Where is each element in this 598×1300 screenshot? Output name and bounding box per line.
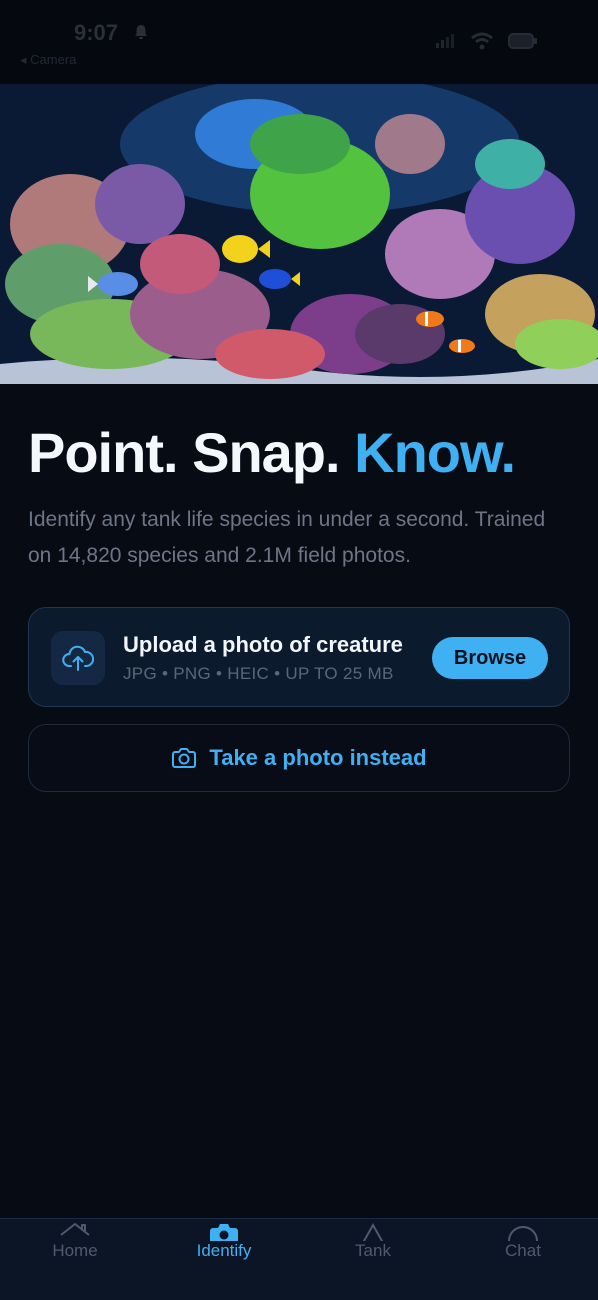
bottom-tab-bar: Home Identify Tank Chat [0, 1218, 598, 1300]
home-icon [60, 1223, 90, 1236]
upload-photo-card[interactable]: Upload a photo of creature JPG • PNG • H… [28, 607, 570, 707]
tab-identify[interactable]: Identify [149, 1219, 299, 1279]
title-part: Point. Snap. [28, 421, 341, 484]
back-to-camera-link[interactable]: ◂ Camera [20, 52, 76, 68]
camera-icon [210, 1224, 238, 1241]
tab-chat[interactable]: Chat [448, 1219, 598, 1279]
hero-reef-image [0, 84, 598, 384]
page-subtitle: Identify any tank life species in under … [28, 508, 546, 567]
camera-icon [172, 748, 197, 768]
chat-icon [508, 1226, 538, 1241]
tab-identify-label: Identify [196, 1241, 252, 1260]
tab-home[interactable]: Home [0, 1219, 150, 1279]
notification-bell-icon [135, 25, 147, 39]
tab-tank[interactable]: Tank [298, 1219, 448, 1279]
take-photo-label: Take a photo instead [209, 745, 427, 770]
status-bar: 9:07 ◂ Camera [0, 0, 598, 84]
tab-tank-label: Tank [355, 1241, 391, 1260]
signal-icon [436, 34, 454, 48]
title-accent: Know. [354, 421, 516, 484]
take-photo-button[interactable]: Take a photo instead [28, 724, 570, 792]
identify-screen: 9:07 ◂ Camera Point. Snap. Know. Identif… [0, 0, 598, 1300]
battery-icon [508, 33, 537, 49]
status-icons [436, 32, 538, 50]
wifi-icon [471, 32, 493, 50]
browse-button[interactable]: Browse [432, 637, 548, 679]
upload-title: Upload a photo of creature [123, 632, 403, 657]
tank-icon [363, 1222, 383, 1241]
status-time: 9:07 [74, 20, 119, 45]
cloud-upload-icon [51, 631, 105, 685]
tab-chat-label: Chat [505, 1241, 541, 1260]
upload-formats: JPG • PNG • HEIC • UP TO 25 MB [123, 664, 394, 683]
tab-home-label: Home [52, 1241, 98, 1260]
page-title: Point. Snap. Know. [28, 420, 516, 485]
